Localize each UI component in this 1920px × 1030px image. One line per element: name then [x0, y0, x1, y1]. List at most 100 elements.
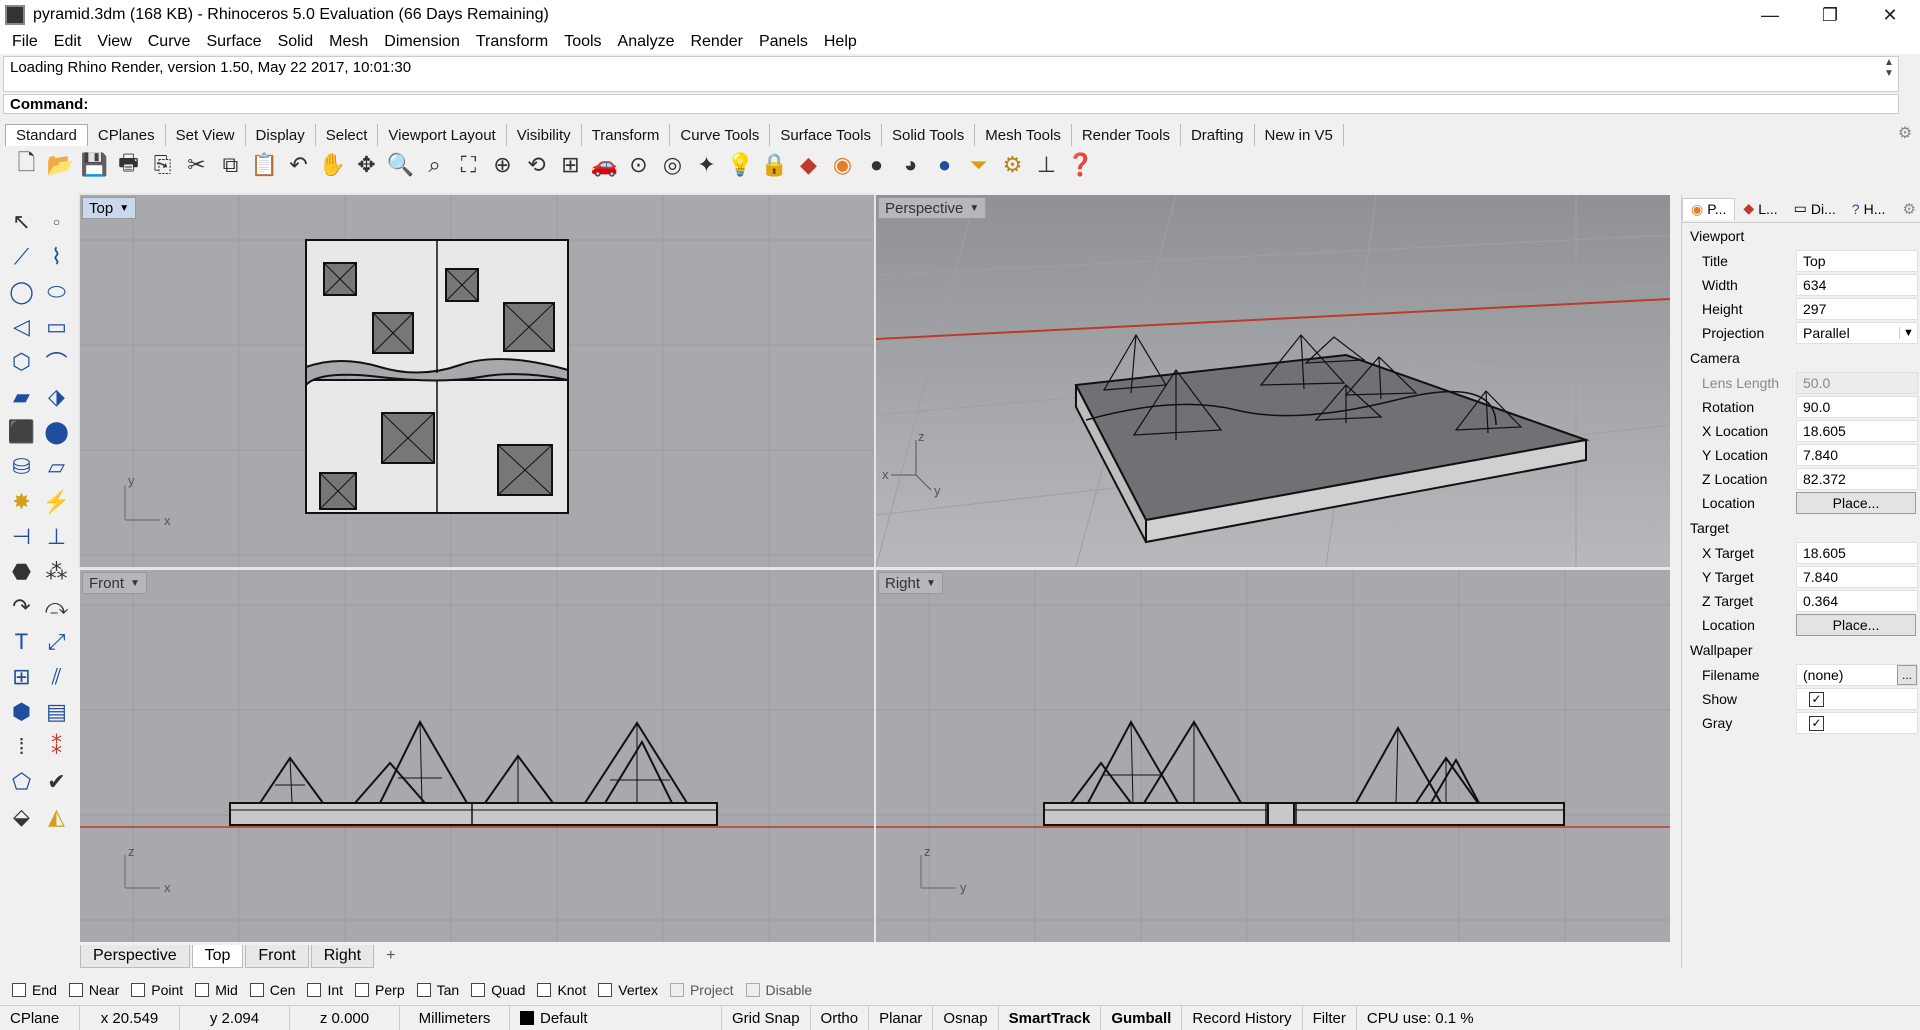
osnap-tan[interactable]: Tan: [416, 982, 459, 998]
gray-checkbox[interactable]: ✓: [1809, 715, 1824, 731]
cylinder-icon[interactable]: ⛁: [4, 449, 39, 484]
projection-select[interactable]: Parallel ▼: [1796, 322, 1918, 344]
menu-file[interactable]: File: [4, 33, 46, 51]
history-icon[interactable]: ⁑: [39, 729, 74, 764]
surface-icon[interactable]: ▰: [4, 379, 39, 414]
osnap-icon[interactable]: ✦: [690, 149, 723, 182]
menu-mesh[interactable]: Mesh: [321, 33, 376, 51]
osnap-vertex[interactable]: Vertex: [598, 982, 658, 998]
status-planar[interactable]: Planar: [869, 1006, 934, 1030]
tab-display[interactable]: Display: [246, 124, 316, 146]
viewport-front-title[interactable]: Front ▼: [82, 572, 147, 594]
scale-icon[interactable]: ⊥: [39, 519, 74, 554]
tab-set-view[interactable]: Set View: [166, 124, 246, 146]
chevron-down-icon[interactable]: ▼: [1899, 327, 1917, 339]
width-field[interactable]: 634: [1796, 274, 1918, 296]
filename-field[interactable]: (none)...: [1796, 664, 1918, 686]
osnap-end-checkbox[interactable]: [12, 983, 26, 997]
ellipse-icon[interactable]: ⬭: [39, 274, 74, 309]
minimize-button[interactable]: —: [1740, 0, 1800, 30]
viewport-front[interactable]: z x Front ▼: [80, 570, 874, 942]
zoom-window-icon[interactable]: ⌕: [418, 149, 451, 182]
tab-curve-tools[interactable]: Curve Tools: [670, 124, 771, 146]
zoom-icon[interactable]: 🔍: [384, 149, 417, 182]
render-preview-icon[interactable]: ◕: [894, 149, 927, 182]
osnap-int-checkbox[interactable]: [307, 983, 322, 997]
rotate-view-icon[interactable]: ✥: [350, 149, 383, 182]
vtab-front[interactable]: Front: [245, 944, 309, 968]
layout-icon[interactable]: ⬠: [4, 764, 39, 799]
osnap-perp[interactable]: Perp: [355, 982, 405, 998]
chevron-down-icon[interactable]: ▼: [119, 203, 129, 214]
print-icon[interactable]: 🖶: [112, 149, 145, 182]
check-icon[interactable]: ✔: [39, 764, 74, 799]
osnap-tan-checkbox[interactable]: [416, 983, 431, 997]
osnap-cen[interactable]: Cen: [249, 982, 295, 998]
open-icon[interactable]: 📂: [44, 149, 77, 182]
paste-icon[interactable]: 📋: [248, 149, 281, 182]
tab-viewport-layout[interactable]: Viewport Layout: [378, 124, 507, 146]
osnap-cen-checkbox[interactable]: [249, 983, 264, 997]
viewport-perspective-title[interactable]: Perspective ▼: [878, 197, 987, 219]
viewport-top[interactable]: y x Top ▼: [78, 193, 876, 569]
tab-drafting[interactable]: Drafting: [1181, 124, 1255, 146]
viewport-right[interactable]: z y Right ▼: [876, 570, 1670, 942]
undo-view-icon[interactable]: ⟲: [520, 149, 553, 182]
offset-icon[interactable]: ⤼: [39, 589, 74, 624]
osnap-quad-checkbox[interactable]: [471, 983, 486, 997]
command-history[interactable]: Loading Rhino Render, version 1.50, May …: [3, 56, 1899, 92]
vtab-perspective[interactable]: Perspective: [80, 944, 190, 968]
osnap-end[interactable]: End: [12, 982, 57, 998]
menu-render[interactable]: Render: [682, 33, 750, 51]
z-location-field[interactable]: 82.372: [1796, 468, 1918, 490]
chevron-down-icon[interactable]: ▼: [926, 578, 936, 589]
text-icon[interactable]: T: [4, 624, 39, 659]
osnap-project-checkbox[interactable]: [669, 983, 684, 997]
cplane-icon[interactable]: ◎: [656, 149, 689, 182]
x-location-field[interactable]: 18.605: [1796, 420, 1918, 442]
viewport-right-title[interactable]: Right ▼: [878, 572, 943, 594]
cluster-icon[interactable]: ⁂: [39, 554, 74, 589]
osnap-point-checkbox[interactable]: [131, 983, 146, 997]
osnap-disable-checkbox[interactable]: [745, 983, 760, 997]
car-icon[interactable]: 🚗: [588, 149, 621, 182]
menu-surface[interactable]: Surface: [198, 33, 269, 51]
tab-cplanes[interactable]: CPlanes: [88, 124, 166, 146]
scroll-up-icon[interactable]: ▲: [1884, 57, 1894, 68]
scroll-down-icon[interactable]: ▼: [1884, 68, 1894, 79]
light-icon[interactable]: 💡: [724, 149, 757, 182]
polygon-icon[interactable]: ⬡: [4, 344, 39, 379]
tab-select[interactable]: Select: [316, 124, 379, 146]
osnap-project[interactable]: Project: [669, 982, 734, 998]
trim-icon[interactable]: ⚡: [39, 484, 74, 519]
array-icon[interactable]: ⁞: [4, 729, 39, 764]
explode-icon[interactable]: ✸: [4, 484, 39, 519]
layer-icon[interactable]: ◆: [792, 149, 825, 182]
undo-icon[interactable]: ↶: [282, 149, 315, 182]
rectangle-icon[interactable]: ▭: [39, 309, 74, 344]
show-checkbox[interactable]: ✓: [1809, 691, 1824, 707]
y-target-field[interactable]: 7.840: [1796, 566, 1918, 588]
shading-icon[interactable]: ⬙: [4, 799, 39, 834]
four-viewports-icon[interactable]: ⊞: [554, 149, 587, 182]
arc-icon[interactable]: ◁: [4, 309, 39, 344]
render-icon[interactable]: ●: [928, 149, 961, 182]
status-units[interactable]: Millimeters: [400, 1006, 510, 1030]
menu-view[interactable]: View: [89, 33, 139, 51]
tab-transform[interactable]: Transform: [582, 124, 671, 146]
osnap-knot-checkbox[interactable]: [537, 983, 552, 997]
save-icon[interactable]: 💾: [78, 149, 111, 182]
help-icon[interactable]: ❓: [1064, 149, 1097, 182]
panel-tab-help[interactable]: ? H...: [1844, 199, 1894, 219]
menu-panels[interactable]: Panels: [751, 33, 816, 51]
maximize-button[interactable]: ❐: [1800, 0, 1860, 30]
add-viewport-tab-button[interactable]: +: [376, 947, 405, 965]
color-wheel-icon[interactable]: ◉: [826, 149, 859, 182]
tab-standard[interactable]: Standard: [5, 124, 88, 146]
menu-analyze[interactable]: Analyze: [610, 33, 683, 51]
rhino-app-icon[interactable]: [5, 5, 25, 25]
status-osnap[interactable]: Osnap: [933, 1006, 999, 1030]
osnap-mid-checkbox[interactable]: [195, 983, 210, 997]
menu-tools[interactable]: Tools: [556, 33, 609, 51]
curve-icon[interactable]: ⌇: [39, 239, 74, 274]
